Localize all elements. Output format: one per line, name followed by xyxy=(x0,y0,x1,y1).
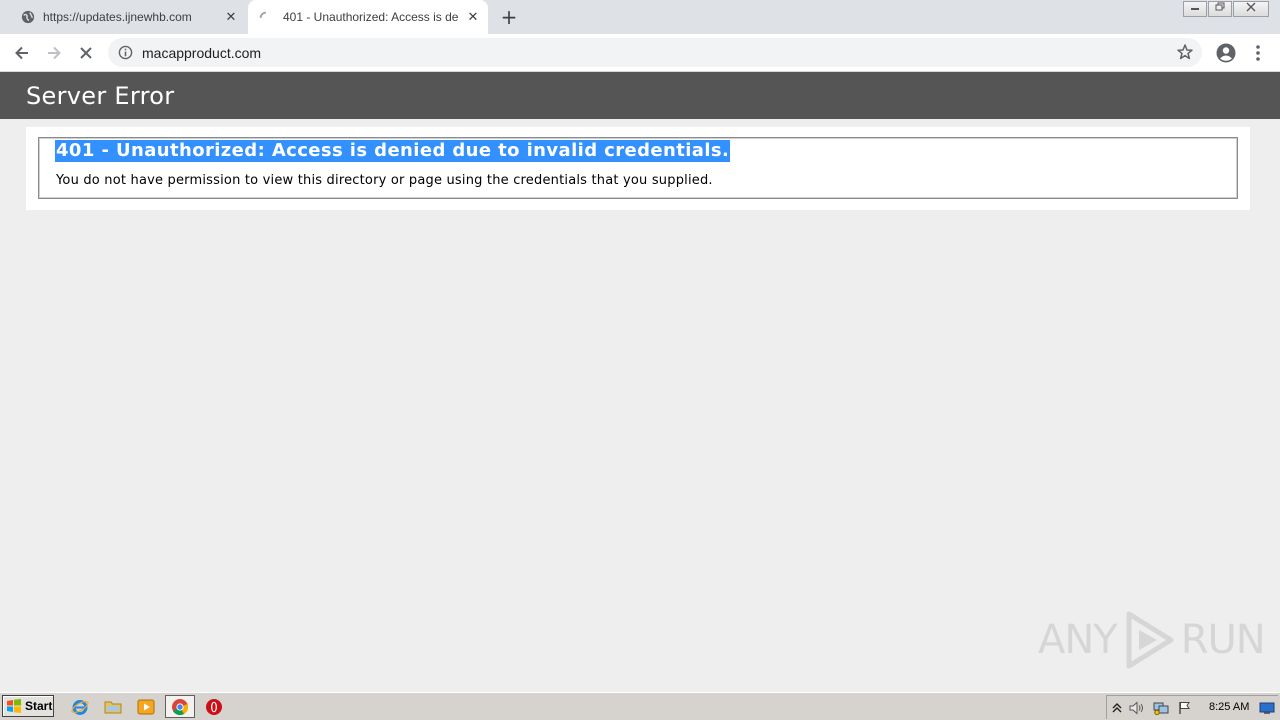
taskbar-media-player[interactable] xyxy=(136,697,156,717)
taskbar-clock[interactable]: 8:25 AM xyxy=(1209,701,1249,713)
forward-arrow-icon xyxy=(48,46,61,60)
tab-title: 401 - Unauthorized: Access is denied xyxy=(283,10,458,24)
network-icon[interactable] xyxy=(1153,700,1169,716)
forward-button[interactable] xyxy=(42,41,66,65)
error-box: 401 - Unauthorized: Access is denied due… xyxy=(38,137,1238,199)
show-desktop-icon[interactable] xyxy=(1259,700,1275,716)
error-heading: 401 - Unauthorized: Access is denied due… xyxy=(55,140,731,162)
chrome-icon xyxy=(172,698,189,715)
menu-button[interactable] xyxy=(1246,41,1270,65)
close-icon xyxy=(1246,2,1256,12)
address-bar[interactable]: macapproduct.com xyxy=(108,38,1202,67)
page-viewport: Server Error 401 - Unauthorized: Access … xyxy=(0,72,1280,692)
anyrun-watermark: ANY RUN xyxy=(1038,610,1266,670)
taskbar-explorer[interactable] xyxy=(103,697,123,717)
loading-spinner-icon xyxy=(259,11,267,19)
system-tray: 8:25 AM xyxy=(1106,695,1278,719)
taskbar-internet-explorer[interactable] xyxy=(70,697,90,717)
watermark-right-text: RUN xyxy=(1180,617,1266,663)
url-text[interactable]: macapproduct.com xyxy=(142,45,261,61)
opera-icon xyxy=(206,699,222,715)
more-vert-icon xyxy=(1256,45,1260,61)
close-window-button[interactable] xyxy=(1233,1,1269,17)
start-button[interactable]: Start xyxy=(2,695,54,717)
new-tab-button[interactable]: + xyxy=(498,6,520,28)
profile-button[interactable] xyxy=(1214,41,1238,65)
page-header: Server Error xyxy=(0,72,1280,119)
volume-icon[interactable] xyxy=(1129,700,1145,716)
error-content: 401 - Unauthorized: Access is denied due… xyxy=(26,127,1250,210)
stop-loading-button[interactable] xyxy=(74,41,98,65)
bookmark-star-icon[interactable] xyxy=(1176,43,1194,61)
error-message: You do not have permission to view this … xyxy=(56,173,713,188)
action-center-flag-icon[interactable] xyxy=(1177,700,1193,716)
minimize-button[interactable] xyxy=(1183,1,1207,17)
windows-taskbar: Start 8:25 AM xyxy=(0,692,1280,720)
tab-strip: https://updates.ijnewhb.com ✕ 401 - Unau… xyxy=(0,0,1280,34)
page-title: Server Error xyxy=(26,82,175,110)
tab-unauthorized[interactable]: 401 - Unauthorized: Access is denied ✕ xyxy=(248,0,488,34)
windows-logo-icon xyxy=(7,699,21,713)
taskbar-opera[interactable] xyxy=(204,697,224,717)
close-tab-icon[interactable]: ✕ xyxy=(224,10,238,24)
folder-icon xyxy=(104,701,122,714)
restore-button[interactable] xyxy=(1208,1,1232,17)
show-hidden-icons-icon[interactable] xyxy=(1109,700,1125,716)
internet-explorer-icon xyxy=(71,700,89,715)
taskbar-chrome[interactable] xyxy=(165,695,195,718)
close-tab-icon[interactable]: ✕ xyxy=(466,10,480,24)
start-label: Start xyxy=(25,699,53,713)
media-player-icon xyxy=(137,699,155,715)
tab-title: https://updates.ijnewhb.com xyxy=(43,10,192,24)
back-button[interactable] xyxy=(10,41,34,65)
browser-toolbar: macapproduct.com xyxy=(0,34,1280,72)
play-logo-icon xyxy=(1126,611,1174,669)
watermark-left-text: ANY xyxy=(1038,617,1118,663)
tab-updates[interactable]: https://updates.ijnewhb.com ✕ xyxy=(8,0,246,34)
account-icon xyxy=(1216,43,1236,63)
globe-icon xyxy=(21,10,35,24)
back-arrow-icon xyxy=(15,46,28,60)
stop-icon xyxy=(80,47,92,59)
restore-icon xyxy=(1215,2,1225,11)
minimize-icon xyxy=(1191,8,1199,10)
info-icon[interactable] xyxy=(118,45,133,60)
